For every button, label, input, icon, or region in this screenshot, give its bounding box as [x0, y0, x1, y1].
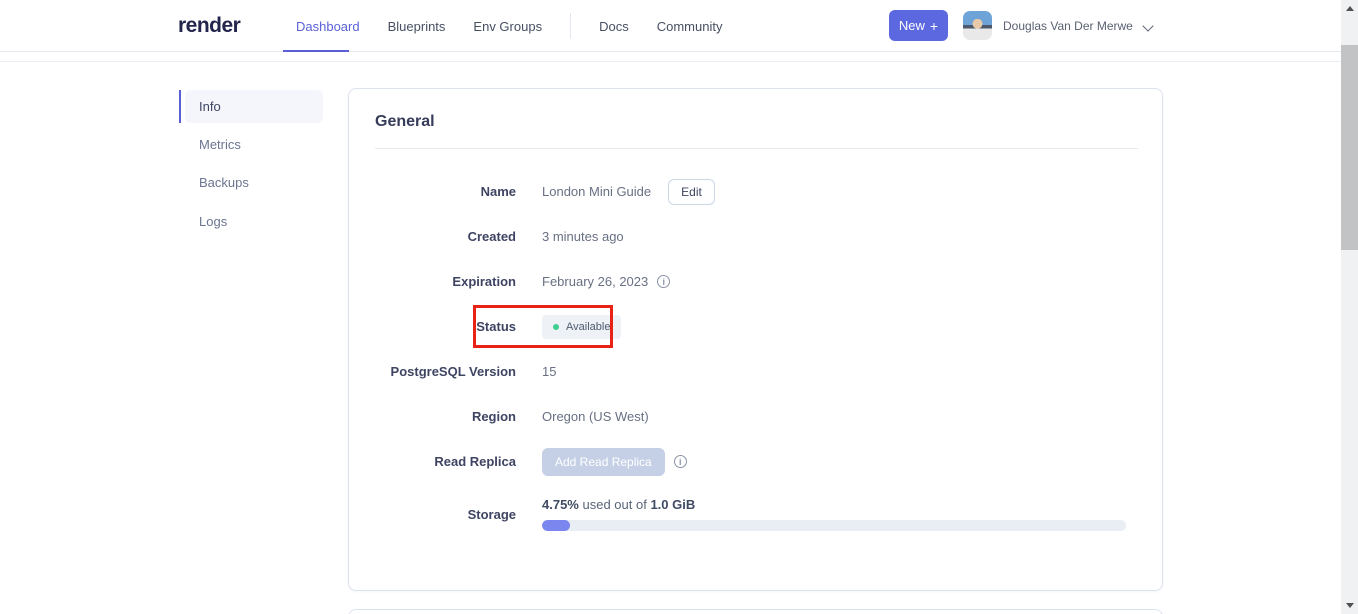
row-status: Status Available — [349, 304, 1162, 349]
name-value: London Mini Guide — [542, 184, 652, 199]
scroll-down-arrow-icon[interactable] — [1341, 597, 1358, 614]
vertical-scrollbar[interactable] — [1341, 0, 1358, 614]
row-postgresql-version: PostgreSQL Version 15 — [349, 349, 1162, 394]
name-label: Name — [480, 184, 516, 199]
nav-divider — [570, 13, 572, 39]
sidebar-item-backups[interactable]: Backups — [199, 175, 309, 190]
storage-label: Storage — [467, 506, 516, 522]
nav-link-blueprints[interactable]: Blueprints — [388, 19, 446, 34]
info-icon[interactable]: i — [673, 455, 687, 468]
nav-link-env-groups[interactable]: Env Groups — [473, 19, 542, 34]
storage-used-percent: 4.75% — [542, 497, 579, 512]
sidebar-active-accent — [179, 90, 181, 123]
field-rows: Name London Mini Guide Edit Created 3 mi… — [349, 169, 1162, 544]
row-created: Created 3 minutes ago — [349, 214, 1162, 259]
nav-link-community[interactable]: Community — [657, 19, 723, 34]
status-badge: Available — [542, 314, 622, 339]
active-tab-underline — [283, 50, 349, 52]
read-replica-label: Read Replica — [434, 454, 516, 469]
expiration-value: February 26, 2023 — [542, 274, 649, 289]
sidebar-item-info[interactable]: Info — [185, 90, 323, 123]
status-dot-icon — [553, 323, 559, 330]
user-name[interactable]: Douglas Van Der Merwe — [1003, 0, 1133, 52]
version-value: 15 — [542, 364, 557, 379]
general-card: General Name London Mini Guide Edit Crea… — [348, 88, 1163, 591]
created-label: Created — [467, 229, 516, 244]
created-value: 3 minutes ago — [542, 229, 624, 244]
nav-link-dashboard[interactable]: Dashboard — [296, 19, 360, 34]
storage-detail: 4.75% used out of 1.0 GiB — [542, 497, 1126, 531]
subheader-band — [0, 53, 1341, 62]
region-value: Oregon (US West) — [542, 409, 649, 424]
region-label: Region — [471, 409, 516, 424]
new-button[interactable]: New + — [889, 10, 948, 41]
row-region: Region Oregon (US West) — [349, 394, 1162, 439]
edit-button[interactable]: Edit — [668, 178, 715, 205]
expiration-label: Expiration — [452, 274, 516, 289]
chevron-down-icon[interactable] — [1144, 22, 1153, 31]
nav-links: Dashboard Blueprints Env Groups Docs Com… — [296, 0, 750, 52]
plus-icon: + — [929, 17, 939, 34]
status-label: Status — [476, 319, 516, 334]
storage-total: 1.0 GiB — [650, 497, 696, 512]
expiration-value-wrap: February 26, 2023 i — [542, 274, 671, 289]
info-icon[interactable]: i — [657, 275, 671, 288]
row-name: Name London Mini Guide Edit — [349, 169, 1162, 214]
nav-link-docs[interactable]: Docs — [599, 19, 629, 34]
row-read-replica: Read Replica Add Read Replica i — [349, 439, 1162, 484]
top-navbar: render Dashboard Blueprints Env Groups D… — [0, 0, 1341, 52]
new-button-label: New — [898, 18, 925, 33]
storage-usage-text: 4.75% used out of 1.0 GiB — [542, 497, 1126, 512]
card-title: General — [375, 113, 435, 130]
version-label: PostgreSQL Version — [390, 364, 516, 379]
user-avatar[interactable] — [963, 11, 992, 40]
scroll-up-arrow-icon[interactable] — [1341, 0, 1358, 17]
row-expiration: Expiration February 26, 2023 i — [349, 259, 1162, 304]
name-value-wrap: London Mini Guide Edit — [542, 178, 715, 205]
row-storage: Storage 4.75% used out of 1.0 GiB — [349, 484, 1162, 544]
storage-middle-text: used out of — [578, 497, 651, 512]
storage-progress-track — [542, 520, 1126, 531]
storage-progress-fill — [542, 520, 570, 531]
page: render Dashboard Blueprints Env Groups D… — [0, 0, 1358, 614]
sidebar-item-logs[interactable]: Logs — [199, 214, 309, 229]
sidebar-item-metrics[interactable]: Metrics — [199, 137, 309, 152]
status-badge-label: Available — [566, 320, 611, 333]
card-divider — [375, 148, 1138, 149]
status-value-wrap: Available — [542, 314, 622, 339]
next-card-top-edge — [348, 609, 1163, 614]
scrollbar-thumb[interactable] — [1341, 45, 1358, 250]
add-read-replica-button[interactable]: Add Read Replica — [542, 447, 665, 476]
render-logo[interactable]: render — [178, 0, 241, 52]
read-replica-value-wrap: Add Read Replica i — [542, 447, 687, 476]
